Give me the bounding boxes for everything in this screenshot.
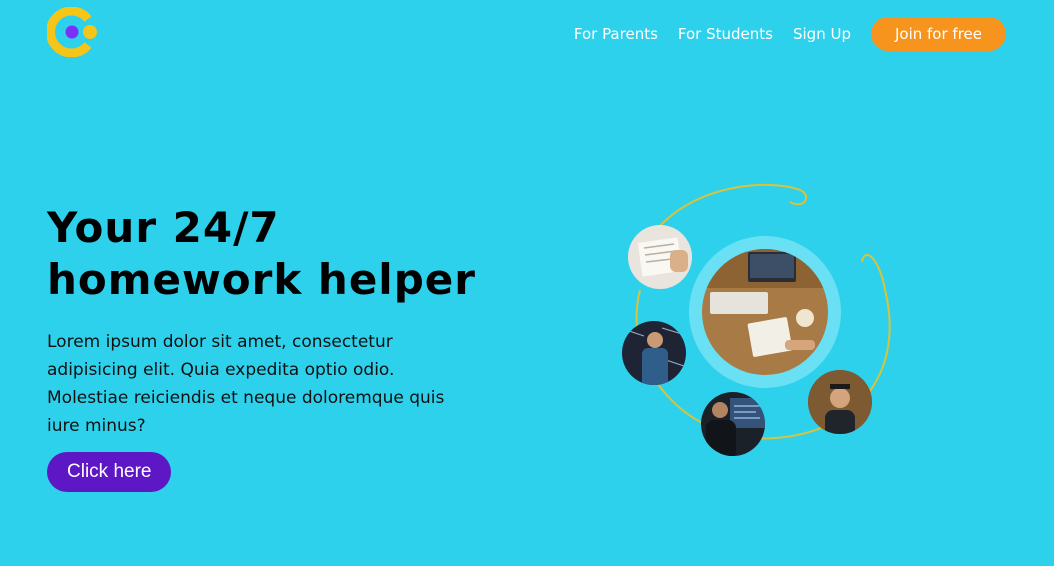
student-computer-photo (701, 392, 765, 456)
hero-illustration (622, 183, 891, 456)
logo-dot-right (83, 25, 97, 39)
nav-link-for-parents[interactable]: For Parents (574, 17, 658, 51)
graduate-student-photo (808, 370, 872, 434)
nav-link-sign-up[interactable]: Sign Up (793, 17, 851, 51)
hero-headline-line-1: Your 24/7 (47, 203, 280, 252)
teacher-blackboard-photo (622, 321, 686, 385)
join-for-free-button[interactable]: Join for free (870, 17, 1006, 51)
logo-dot-center (65, 25, 79, 39)
click-here-button[interactable]: Click here (47, 452, 172, 492)
hero-headline: Your 24/7 homework helper (47, 202, 476, 306)
top-nav: For Parents For Students Sign Up Join fo… (554, 17, 1006, 51)
writing-notes-photo (628, 225, 692, 289)
orbit-line (651, 183, 808, 236)
nav-link-for-students[interactable]: For Students (678, 17, 773, 51)
brand-logo[interactable] (47, 7, 99, 57)
hero-description: Lorem ipsum dolor sit amet, consectetur … (47, 332, 445, 436)
hero-headline-line-2: homework helper (47, 255, 476, 304)
